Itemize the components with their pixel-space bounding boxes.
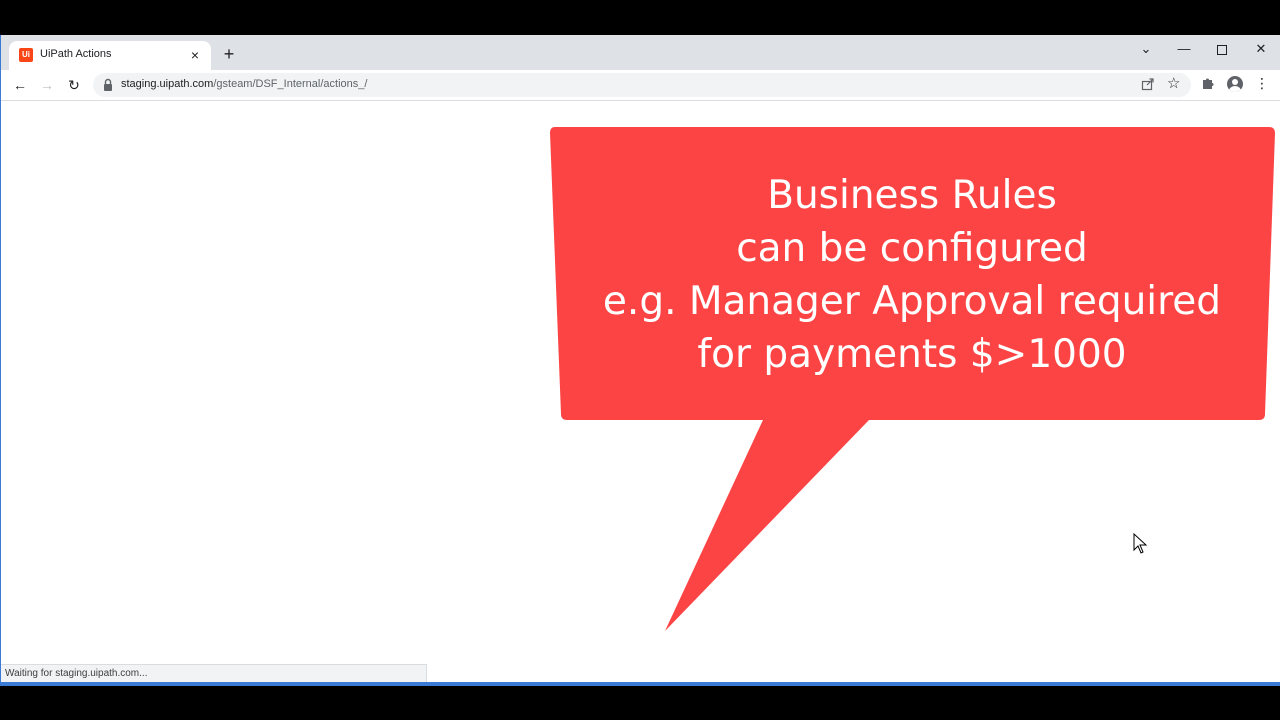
uipath-favicon-icon: Ui	[19, 48, 33, 62]
callout-line-4: for payments $>1000	[697, 332, 1127, 377]
extensions-puzzle-icon[interactable]	[1201, 76, 1215, 90]
tab-strip: Ui UiPath Actions × + ⌄ — ✕	[1, 35, 1280, 70]
browser-window: Ui UiPath Actions × + ⌄ — ✕ ← → ↻ stagin…	[0, 35, 1280, 686]
close-window-button[interactable]: ✕	[1242, 37, 1280, 61]
url-host: staging.uipath.com	[121, 78, 214, 90]
tab-search-icon[interactable]: ⌄	[1127, 37, 1165, 61]
new-tab-button[interactable]: +	[219, 44, 239, 64]
url-path: /gsteam/DSF_Internal/actions_/	[213, 78, 368, 90]
status-text: Waiting for staging.uipath.com...	[5, 668, 148, 679]
mouse-pointer-icon	[1133, 533, 1148, 554]
callout-line-1: Business Rules	[767, 173, 1057, 218]
bookmark-star-icon[interactable]: ☆	[1167, 74, 1180, 92]
page-content: Business Rules can be configured e.g. Ma…	[1, 101, 1280, 686]
callout-line-3: e.g. Manager Approval required	[602, 279, 1222, 324]
lock-icon[interactable]	[103, 78, 113, 92]
window-bottom-edge	[1, 682, 1280, 686]
status-bubble: Waiting for staging.uipath.com...	[1, 664, 427, 684]
url-text[interactable]: staging.uipath.com/gsteam/DSF_Internal/a…	[121, 78, 367, 90]
callout-line-2: can be configured	[736, 226, 1088, 271]
maximize-button[interactable]	[1203, 37, 1241, 61]
browser-toolbar: ← → ↻ staging.uipath.com/gsteam/DSF_Inte…	[1, 70, 1280, 101]
tab-uipath-actions[interactable]: Ui UiPath Actions ×	[9, 41, 211, 70]
maximize-icon	[1217, 44, 1227, 55]
share-icon[interactable]	[1141, 77, 1155, 91]
back-arrow-icon[interactable]: ←	[9, 75, 31, 95]
profile-avatar-icon[interactable]	[1227, 76, 1243, 92]
forward-arrow-icon[interactable]: →	[36, 75, 58, 95]
tab-close-icon[interactable]: ×	[187, 47, 203, 63]
address-bar[interactable]: staging.uipath.com/gsteam/DSF_Internal/a…	[93, 73, 1191, 97]
callout-text: Business Rules can be configured e.g. Ma…	[561, 169, 1263, 381]
tab-title: UiPath Actions	[40, 48, 112, 60]
reload-icon[interactable]: ↻	[63, 75, 85, 95]
minimize-button[interactable]: —	[1165, 37, 1203, 61]
more-menu-icon[interactable]: ⋮	[1255, 76, 1269, 90]
